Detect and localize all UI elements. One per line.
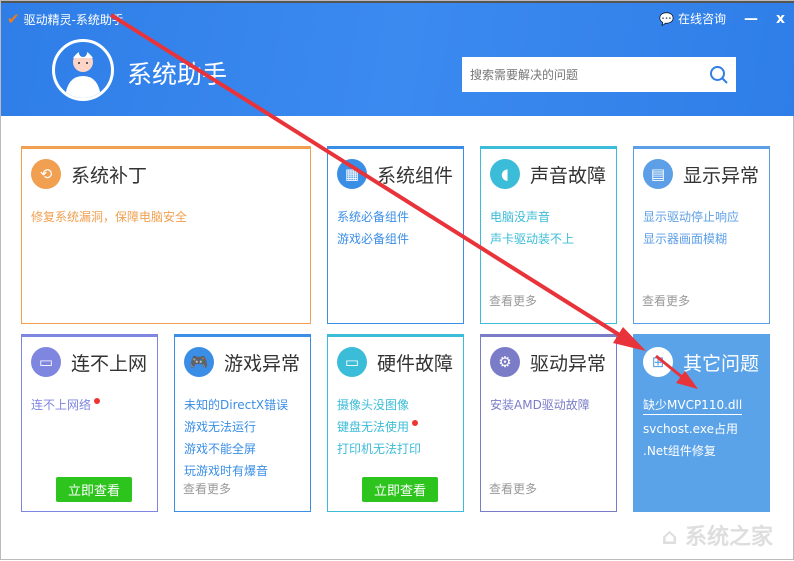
problem-link[interactable]: 键盘无法使用 bbox=[337, 416, 421, 438]
network-fault-icon: ▭ bbox=[31, 347, 61, 377]
search-box bbox=[462, 57, 736, 92]
app-logo-icon: ✔ bbox=[7, 10, 20, 28]
watermark: ⌂ 系统之家 bbox=[661, 525, 773, 550]
title-bar: ✔ 驱动精灵-系统助手 bbox=[7, 10, 124, 28]
doctor-avatar-icon bbox=[52, 39, 114, 101]
problem-link[interactable]: 显示器画面模糊 bbox=[643, 228, 739, 250]
sound-fault-icon: ◖ bbox=[490, 159, 520, 189]
view-more-link[interactable]: 查看更多 bbox=[489, 480, 537, 497]
new-dot-icon bbox=[94, 398, 101, 404]
problem-link[interactable]: 玩游戏时有爆音 bbox=[184, 460, 288, 482]
card-hardware-fault: ▭ 硬件故障摄像头没图像 键盘无法使用 打印机无法打印立即查看 bbox=[327, 334, 464, 512]
problem-link[interactable]: 摄像头没图像 bbox=[337, 394, 421, 416]
problem-link[interactable]: 修复系统漏洞，保障电脑安全 bbox=[31, 206, 187, 228]
view-more-link[interactable]: 查看更多 bbox=[489, 292, 537, 309]
card-display-fault: ▤ 显示异常显示驱动停止响应 显示器画面模糊查看更多 bbox=[633, 146, 770, 324]
online-consult-button[interactable]: 💬 在线咨询 bbox=[659, 10, 726, 27]
card-title: 游戏异常 bbox=[224, 352, 301, 375]
problem-link[interactable]: 未知的DirectX错误 bbox=[184, 394, 288, 416]
problem-link[interactable]: 安装AMD驱动故障 bbox=[490, 394, 590, 416]
new-dot-icon bbox=[412, 420, 419, 426]
problem-link[interactable]: 游戏必备组件 bbox=[337, 228, 409, 250]
problem-link[interactable]: 游戏无法运行 bbox=[184, 416, 288, 438]
card-title: 连不上网 bbox=[71, 352, 148, 375]
problem-link[interactable]: svchost.exe占用 bbox=[643, 418, 742, 440]
problem-link[interactable]: 系统必备组件 bbox=[337, 206, 409, 228]
view-now-button[interactable]: 立即查看 bbox=[362, 477, 438, 502]
card-title: 系统组件 bbox=[377, 164, 454, 187]
close-button[interactable]: x bbox=[776, 11, 785, 27]
problem-link[interactable]: 电脑没声音 bbox=[490, 206, 574, 228]
driver-fault-icon: ⚙ bbox=[490, 347, 520, 377]
card-title: 系统补丁 bbox=[71, 164, 148, 187]
card-title: 其它问题 bbox=[683, 352, 760, 375]
card-title: 声音故障 bbox=[530, 164, 607, 187]
problem-link[interactable]: 游戏不能全屏 bbox=[184, 438, 288, 460]
card-game-fault: 🎮 游戏异常未知的DirectX错误 游戏无法运行 游戏不能全屏 玩游戏时有爆音 查看更多 bbox=[174, 334, 311, 512]
view-now-button[interactable]: 立即查看 bbox=[56, 477, 132, 502]
chat-bubble-icon: 💬 bbox=[659, 11, 674, 26]
card-system-patch: ⟲ 系统补丁修复系统漏洞，保障电脑安全 bbox=[21, 146, 311, 324]
card-network-fault: ▭ 连不上网连不上网络立即查看 bbox=[21, 334, 158, 512]
card-title: 硬件故障 bbox=[377, 352, 454, 375]
header: ✔ 驱动精灵-系统助手 💬 在线咨询 — x 系统助手 bbox=[1, 1, 794, 116]
problem-link[interactable]: 打印机无法打印 bbox=[337, 438, 421, 460]
problem-link[interactable]: .Net组件修复 bbox=[643, 440, 742, 462]
search-input[interactable] bbox=[470, 67, 702, 82]
card-title: 驱动异常 bbox=[530, 352, 607, 375]
view-more-link[interactable]: 查看更多 bbox=[642, 292, 690, 309]
view-more-link[interactable]: 查看更多 bbox=[183, 480, 231, 497]
app-title: 系统助手 bbox=[127, 60, 228, 89]
problem-link[interactable]: 声卡驱动装不上 bbox=[490, 228, 574, 250]
card-sound-fault: ◖ 声音故障电脑没声音 声卡驱动装不上查看更多 bbox=[480, 146, 617, 324]
other-issues-icon: ⊞ bbox=[643, 347, 673, 377]
display-fault-icon: ▤ bbox=[643, 159, 673, 189]
window-title: 驱动精灵-系统助手 bbox=[23, 12, 124, 27]
search-icon[interactable] bbox=[702, 57, 736, 92]
card-driver-fault: ⚙ 驱动异常安装AMD驱动故障查看更多 bbox=[480, 334, 617, 512]
problem-link[interactable]: 连不上网络 bbox=[31, 394, 101, 416]
card-title: 显示异常 bbox=[683, 164, 760, 187]
card-other-issues: ⊞ 其它问题缺少MVCP110.dll svchost.exe占用 .Net组件修复 bbox=[633, 334, 770, 512]
hardware-fault-icon: ▭ bbox=[337, 347, 367, 377]
minimize-button[interactable]: — bbox=[744, 11, 758, 27]
problem-link[interactable]: 缺少MVCP110.dll bbox=[643, 394, 743, 418]
card-system-component: ▦ 系统组件系统必备组件 游戏必备组件 bbox=[327, 146, 464, 324]
game-fault-icon: 🎮 bbox=[184, 347, 214, 377]
system-component-icon: ▦ bbox=[337, 159, 367, 189]
problem-link[interactable]: 显示驱动停止响应 bbox=[643, 206, 739, 228]
system-patch-icon: ⟲ bbox=[31, 159, 61, 189]
